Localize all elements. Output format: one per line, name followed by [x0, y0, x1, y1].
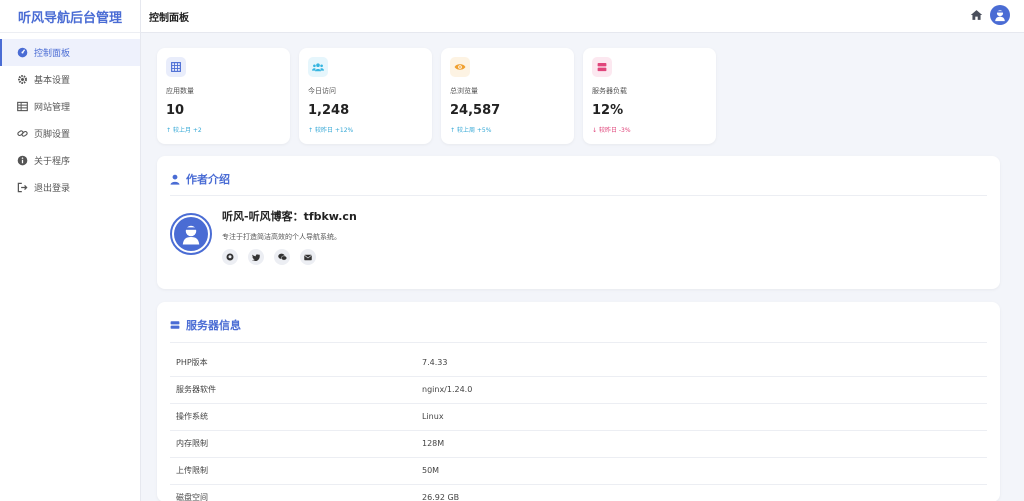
- info-key: 上传限制: [170, 457, 416, 485]
- sidebar-item-label: 网站管理: [34, 103, 71, 113]
- stats-row: 应用数量 10 ↑ 较上月 +2 今日访问 1,248 ↑ 较昨日 +12% 总…: [157, 48, 1000, 144]
- table-row: 服务器软件 nginx/1.24.0: [170, 376, 987, 404]
- server-icon: [170, 319, 182, 331]
- arrow-up-icon: ↑: [450, 127, 457, 134]
- author-body: 听风-听风博客：tfbkw.cn 专注于打造简洁高效的个人导航系统。: [170, 208, 987, 265]
- sidebar: 听风导航后台管理 控制面板 基本设置 网站管理 页脚设置 关于程序 退出登录: [0, 0, 141, 501]
- user-icon: [170, 173, 182, 185]
- server-info-card: 服务器信息 PHP版本 7.4.33 服务器软件 nginx/1.24.0 操作系统…: [157, 302, 1000, 501]
- table-row: 操作系统 Linux: [170, 403, 987, 431]
- link-icon: [16, 128, 28, 140]
- mail-icon[interactable]: [300, 249, 316, 265]
- gear-icon: [16, 74, 28, 86]
- stat-trend: ↑ 较上周 +5%: [450, 127, 492, 134]
- table-row: 上传限制 50M: [170, 457, 987, 485]
- avatar[interactable]: [990, 5, 1010, 25]
- stat-trend: ↑ 较上月 +2: [166, 127, 202, 134]
- stat-card-views: 总浏览量 24,587 ↑ 较上周 +5%: [441, 48, 574, 144]
- info-key: 服务器软件: [170, 376, 416, 404]
- social-links: [222, 249, 357, 265]
- info-value: 7.4.33: [416, 349, 987, 377]
- stat-label: 服务器负载: [592, 87, 627, 95]
- sidebar-item-label: 退出登录: [34, 184, 71, 194]
- author-card-title: 作者介绍: [170, 171, 987, 196]
- sidebar-item-logout[interactable]: 退出登录: [0, 174, 140, 201]
- table-icon: [16, 101, 28, 113]
- info-value: 50M: [416, 457, 987, 485]
- author-card: 作者介绍 听风-听风博客：tfbkw.cn 专注于打造简洁高效的个人导航系统。: [157, 156, 1000, 289]
- logout-icon: [16, 182, 28, 194]
- info-key: 磁盘空间: [170, 484, 416, 501]
- stat-card-apps: 应用数量 10 ↑ 较上月 +2: [157, 48, 290, 144]
- info-key: PHP版本: [170, 349, 416, 377]
- page-title: 控制面板: [149, 12, 189, 24]
- twitter-icon[interactable]: [248, 249, 264, 265]
- sidebar-item-sites[interactable]: 网站管理: [0, 93, 140, 120]
- server-icon: [592, 57, 612, 77]
- home-icon[interactable]: [970, 8, 984, 22]
- top-header: 控制面板: [141, 0, 1024, 33]
- sidebar-item-about[interactable]: 关于程序: [0, 147, 140, 174]
- arrow-down-icon: ↓: [592, 127, 599, 134]
- stat-value: 24,587: [450, 103, 501, 118]
- stat-label: 总浏览量: [450, 87, 478, 95]
- server-card-title: 服务器信息: [170, 317, 987, 343]
- wechat-icon[interactable]: [274, 249, 290, 265]
- server-info-table: PHP版本 7.4.33 服务器软件 nginx/1.24.0 操作系统 Linux …: [170, 349, 987, 501]
- stat-value: 10: [166, 103, 185, 118]
- stat-trend: ↑ 较昨日 +12%: [308, 127, 354, 134]
- header-actions: [970, 5, 1010, 25]
- author-avatar: [170, 213, 212, 255]
- stat-label: 今日访问: [308, 87, 336, 95]
- users-icon: [308, 57, 328, 77]
- sidebar-item-label: 基本设置: [34, 76, 71, 86]
- sidebar-menu: 控制面板 基本设置 网站管理 页脚设置 关于程序 退出登录: [0, 39, 140, 201]
- table-row: 内存限制 128M: [170, 430, 987, 458]
- sidebar-item-dashboard[interactable]: 控制面板: [0, 39, 140, 66]
- sidebar-item-label: 控制面板: [34, 49, 71, 59]
- info-value: 26.92 GB: [416, 484, 987, 501]
- info-key: 操作系统: [170, 403, 416, 431]
- info-value: nginx/1.24.0: [416, 376, 987, 404]
- info-icon: [16, 155, 28, 167]
- stat-value: 12%: [592, 103, 624, 118]
- eye-icon: [450, 57, 470, 77]
- sidebar-item-footer[interactable]: 页脚设置: [0, 120, 140, 147]
- stat-card-visits: 今日访问 1,248 ↑ 较昨日 +12%: [299, 48, 432, 144]
- info-value: Linux: [416, 403, 987, 431]
- sidebar-item-label: 页脚设置: [34, 130, 71, 140]
- info-key: 内存限制: [170, 430, 416, 458]
- author-desc: 专注于打造简洁高效的个人导航系统。: [222, 233, 341, 241]
- info-value: 128M: [416, 430, 987, 458]
- stat-value: 1,248: [308, 103, 350, 118]
- author-info: 听风-听风博客：tfbkw.cn 专注于打造简洁高效的个人导航系统。: [222, 208, 357, 265]
- stat-label: 应用数量: [166, 87, 194, 95]
- github-icon[interactable]: [222, 249, 238, 265]
- stat-card-load: 服务器负载 12% ↓ 较昨日 -3%: [583, 48, 716, 144]
- arrow-up-icon: ↑: [308, 127, 315, 134]
- sidebar-item-label: 关于程序: [34, 157, 71, 167]
- stat-trend: ↓ 较昨日 -3%: [592, 127, 631, 134]
- brand-title: 听风导航后台管理: [0, 0, 140, 33]
- arrow-up-icon: ↑: [166, 127, 173, 134]
- table-row: 磁盘空间 26.92 GB: [170, 484, 987, 501]
- grid-icon: [166, 57, 186, 77]
- author-name: 听风-听风博客：tfbkw.cn: [222, 210, 357, 223]
- main-content: 应用数量 10 ↑ 较上月 +2 今日访问 1,248 ↑ 较昨日 +12% 总…: [157, 48, 1000, 501]
- dashboard-icon: [16, 47, 28, 59]
- table-row: PHP版本 7.4.33: [170, 349, 987, 377]
- sidebar-item-settings[interactable]: 基本设置: [0, 66, 140, 93]
